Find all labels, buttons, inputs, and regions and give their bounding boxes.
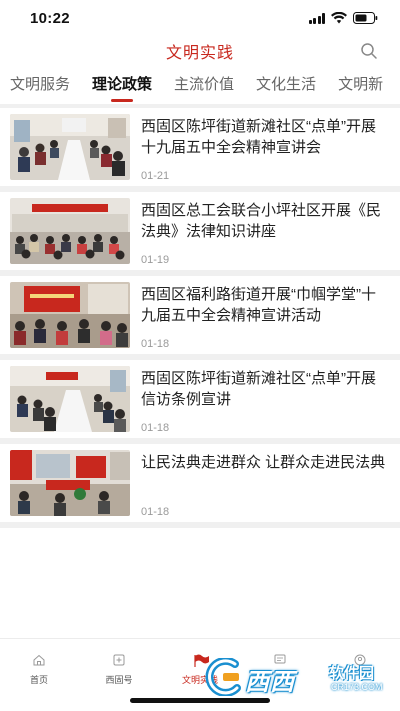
- watermark-name: 软件园: [329, 665, 375, 682]
- news-date: 01-18: [141, 422, 170, 434]
- news-title: 让民法典走进群众 让群众走进民法典: [141, 454, 386, 471]
- wifi-icon: [331, 12, 347, 24]
- tab-wenming-fuwu[interactable]: 文明服务: [10, 70, 70, 104]
- category-tabs: 文明服务 理论政策 主流价值 文化生活 文明新: [0, 70, 400, 104]
- watermark-url: CR173.COM: [331, 682, 383, 692]
- page-title: 文明实践: [165, 45, 234, 62]
- news-item[interactable]: 西固区陈坪街道新滩社区“点单”开展信访条例宣讲 01-18: [0, 360, 400, 438]
- news-title: 西固区陈坪街道新滩社区“点单”开展十九届五中全会精神宣讲会: [141, 118, 376, 156]
- tabbar-label: 西固号: [105, 675, 133, 685]
- tabbar-item-xiguhao[interactable]: 西固号: [89, 653, 149, 686]
- signal-icon: [308, 12, 325, 24]
- watermark-logo: 西西 软件园 CR173.COM: [205, 656, 385, 698]
- news-text: 西固区陈坪街道新滩社区“点单”开展信访条例宣讲 01-18: [141, 366, 390, 438]
- battery-icon: [353, 12, 378, 24]
- news-feed: 西固区陈坪街道新滩社区“点单”开展十九届五中全会精神宣讲会 01-21 西固区总…: [0, 104, 400, 528]
- news-item[interactable]: 西固区福利路街道开展“巾帼学堂”十九届五中全会精神宣讲活动 01-18: [0, 276, 400, 354]
- status-icons: [308, 12, 379, 24]
- plus-square-icon: [112, 653, 126, 667]
- tab-lilun-zhengce[interactable]: 理论政策: [92, 70, 152, 104]
- news-text: 西固区陈坪街道新滩社区“点单”开展十九届五中全会精神宣讲会 01-21: [141, 114, 390, 186]
- news-item[interactable]: 西固区陈坪街道新滩社区“点单”开展十九届五中全会精神宣讲会 01-21: [0, 108, 400, 186]
- divider: [0, 522, 400, 528]
- news-date: 01-18: [141, 338, 170, 350]
- news-thumbnail: [10, 282, 130, 348]
- tabbar-item-home[interactable]: 首页: [9, 653, 69, 686]
- news-text: 西固区福利路街道开展“巾帼学堂”十九届五中全会精神宣讲活动 01-18: [141, 282, 390, 354]
- news-item[interactable]: 西固区总工会联合小坪社区开展《民法典》法律知识讲座 01-19: [0, 192, 400, 270]
- home-indicator: [130, 698, 270, 703]
- cr-logo-icon: [205, 656, 249, 697]
- news-text: 让民法典走进群众 让群众走进民法典 01-18: [141, 450, 390, 522]
- news-date: 01-18: [141, 506, 170, 518]
- news-thumbnail: [10, 114, 130, 180]
- search-icon[interactable]: [360, 42, 378, 60]
- news-thumbnail: [10, 198, 130, 264]
- status-time: 10:22: [30, 9, 70, 27]
- news-date: 01-21: [141, 170, 170, 182]
- watermark-brand: 西西: [245, 669, 295, 696]
- news-text: 西固区总工会联合小坪社区开展《民法典》法律知识讲座 01-19: [141, 198, 390, 270]
- status-bar: 10:22: [0, 0, 400, 36]
- news-title: 西固区福利路街道开展“巾帼学堂”十九届五中全会精神宣讲活动: [141, 286, 376, 324]
- home-icon: [32, 653, 46, 667]
- news-item[interactable]: 让民法典走进群众 让群众走进民法典 01-18: [0, 444, 400, 522]
- tab-wenhua-shenghuo[interactable]: 文化生活: [256, 70, 316, 104]
- news-thumbnail: [10, 366, 130, 432]
- tab-zhuliu-jiazhi[interactable]: 主流价值: [174, 70, 234, 104]
- news-title: 西固区陈坪街道新滩社区“点单”开展信访条例宣讲: [141, 370, 376, 408]
- tabbar-label: 首页: [29, 675, 48, 685]
- tab-wenming-xin[interactable]: 文明新: [338, 70, 383, 104]
- news-title: 西固区总工会联合小坪社区开展《民法典》法律知识讲座: [141, 202, 382, 240]
- nav-bar: 文明实践: [0, 36, 400, 66]
- news-date: 01-19: [141, 254, 170, 266]
- news-thumbnail: [10, 450, 130, 516]
